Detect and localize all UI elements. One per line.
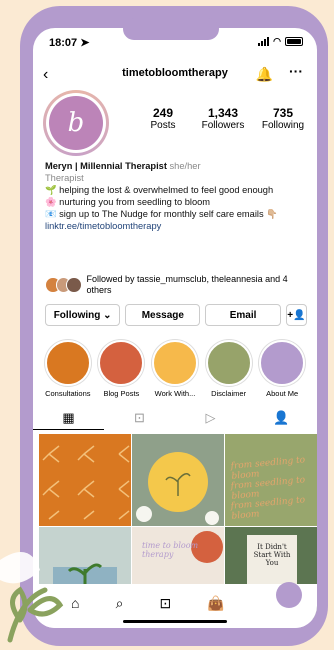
battery-icon bbox=[285, 37, 303, 46]
post-thumbnail[interactable] bbox=[39, 434, 131, 526]
avatar[interactable]: b bbox=[43, 90, 109, 156]
profile-nav-avatar[interactable] bbox=[276, 582, 302, 608]
leaf-pattern bbox=[42, 445, 130, 520]
highlight-about-me[interactable]: About Me bbox=[255, 340, 309, 398]
highlight-consultations[interactable]: Consultations bbox=[41, 340, 95, 398]
highlight-cover bbox=[151, 340, 198, 386]
bio-line-2: 🌸 nurturing you from seedling to bloom bbox=[45, 197, 211, 207]
add-user-button[interactable]: +👤 bbox=[285, 304, 307, 326]
grid-tab-icon[interactable]: ▦ bbox=[33, 406, 104, 430]
bio-line-1: 🌱 helping the lost & overwhelmed to feel… bbox=[45, 185, 274, 195]
email-button[interactable]: Email bbox=[205, 304, 281, 326]
profile-bio: Meryn | Millennial Therapist she/her The… bbox=[45, 160, 307, 232]
status-time: 18:07 ➤ bbox=[49, 37, 90, 49]
bio-line-3: 📧 sign up to The Nudge for monthly self … bbox=[45, 209, 278, 219]
avatar-logo: b bbox=[49, 96, 103, 150]
post-thumbnail[interactable] bbox=[132, 434, 224, 526]
profile-stats: 249 Posts 1,343 Followers 735 Following bbox=[133, 106, 313, 131]
wifi-icon: ◠ bbox=[273, 36, 281, 46]
shop-icon[interactable]: 👜 bbox=[207, 595, 224, 612]
highlight-disclaimer[interactable]: Disclaimer bbox=[202, 340, 256, 398]
status-icons: ◠ bbox=[258, 36, 303, 47]
highlight-cover bbox=[98, 340, 145, 386]
category: Therapist bbox=[45, 173, 84, 183]
highlight-work-with[interactable]: Work With... bbox=[148, 340, 202, 398]
following-button[interactable]: Following ⌄ bbox=[45, 304, 121, 326]
highlight-cover bbox=[205, 340, 252, 386]
profile-username: timetobloomtherapy bbox=[122, 67, 228, 79]
bio-link[interactable]: linktr.ee/timetobloomtherapy bbox=[45, 220, 307, 232]
reels-icon[interactable]: ⊡ bbox=[160, 595, 172, 612]
follower-avatar bbox=[66, 277, 82, 293]
flower-photo bbox=[136, 452, 219, 525]
followed-by-text: Followed by tassie_mumsclub, theleannesi… bbox=[86, 274, 288, 295]
highlight-cover bbox=[259, 340, 306, 386]
decorative-leaf-icon bbox=[0, 552, 64, 643]
message-button[interactable]: Message bbox=[125, 304, 201, 326]
reels-tab-icon[interactable]: ⊡ bbox=[104, 406, 175, 430]
search-icon[interactable]: ⌕ bbox=[116, 595, 124, 612]
post-caption: time to bloom therapy bbox=[142, 541, 199, 559]
profile-name: Meryn | Millennial Therapist bbox=[45, 161, 167, 171]
highlight-cover bbox=[44, 340, 91, 386]
stat-following[interactable]: 735 Following bbox=[253, 106, 313, 131]
story-highlights: Consultations Blog Posts Work With... Di… bbox=[33, 340, 317, 398]
bell-icon[interactable]: 🔔 bbox=[256, 66, 273, 83]
more-icon[interactable]: ··· bbox=[289, 63, 303, 79]
video-tab-icon[interactable]: ▷ bbox=[175, 406, 246, 430]
pronouns: she/her bbox=[169, 161, 201, 171]
followed-by[interactable]: Followed by tassie_mumsclub, theleannesi… bbox=[45, 274, 307, 296]
notch bbox=[123, 18, 219, 40]
profile-actions: Following ⌄ Message Email +👤 bbox=[45, 304, 307, 326]
profile-tabs: ▦ ⊡ ▷ 👤 bbox=[33, 406, 317, 430]
stat-followers[interactable]: 1,343 Followers bbox=[193, 106, 253, 131]
profile-header: ‹ timetobloomtherapy 🔔 ··· bbox=[33, 63, 317, 86]
post-thumbnail[interactable]: from seedling to bloom from seedling to … bbox=[225, 434, 317, 526]
home-indicator bbox=[123, 620, 227, 623]
tagged-tab-icon[interactable]: 👤 bbox=[246, 406, 317, 430]
stat-posts[interactable]: 249 Posts bbox=[133, 106, 193, 131]
highlight-blog-posts[interactable]: Blog Posts bbox=[95, 340, 149, 398]
book-title: It Didn't Start With You bbox=[253, 543, 291, 567]
signal-icon bbox=[258, 37, 270, 46]
